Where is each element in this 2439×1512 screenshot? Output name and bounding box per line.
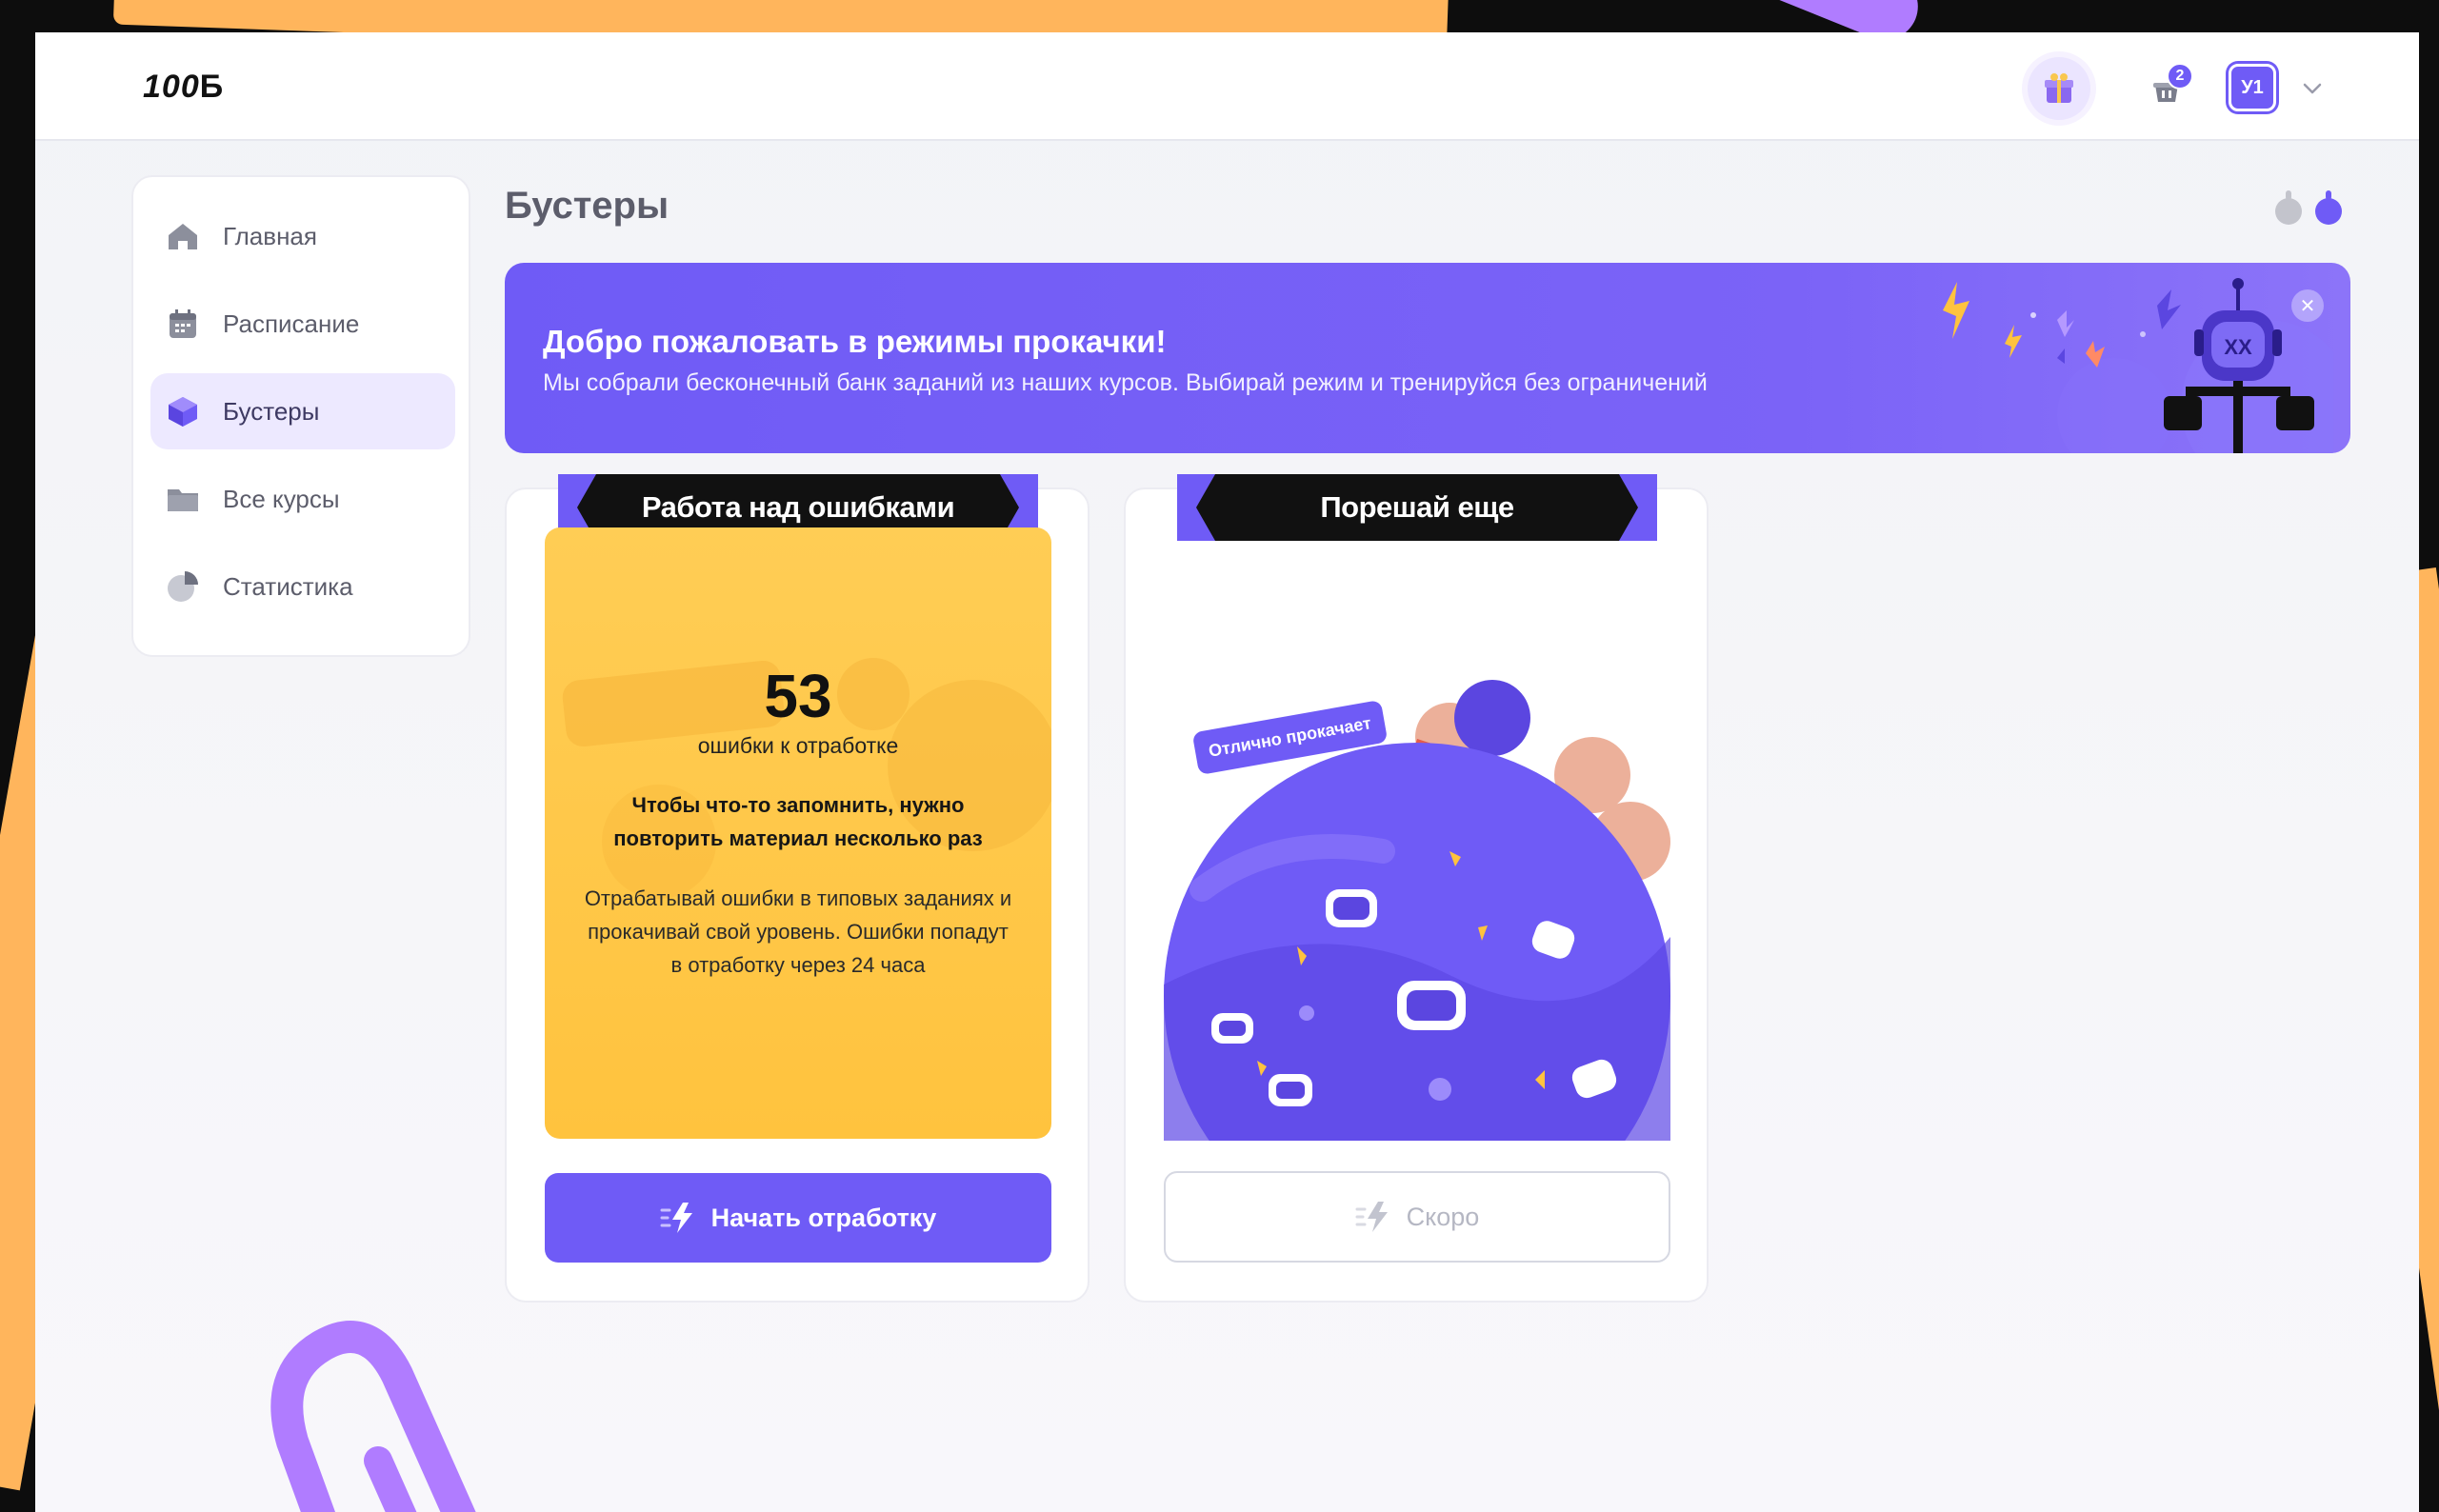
sidebar-item-statistics[interactable]: Статистика — [150, 548, 455, 625]
sidebar-item-all-courses[interactable]: Все курсы — [150, 461, 455, 537]
close-icon: ✕ — [2299, 295, 2316, 317]
cube-icon — [164, 392, 202, 430]
svg-text:XX: XX — [2224, 335, 2252, 359]
mistakes-count-label: ошибки к отработке — [697, 733, 899, 758]
welcome-banner: Добро пожаловать в режимы прокачки! Мы с… — [505, 263, 2350, 453]
start-practice-button[interactable]: Начать отработку — [545, 1173, 1051, 1263]
mistakes-panel: 53 ошибки к отработке Чтобы что-то запом… — [545, 527, 1051, 1139]
gift-icon — [2045, 73, 2073, 103]
sidebar-item-label: Бустеры — [223, 396, 320, 426]
cart-count-badge: 2 — [2167, 63, 2193, 90]
card-ribbon-title: Порешай еще — [1320, 490, 1514, 524]
calendar-icon — [164, 305, 202, 343]
card-ribbon-title: Работа над ошибками — [641, 490, 955, 524]
app-window: 100Б 2 У1 Главная Расписание Бустеры Все… — [35, 32, 2419, 1512]
sphere-illustration: Отлично прокачает — [1164, 623, 1670, 1141]
top-header: 100Б 2 У1 — [35, 32, 2419, 141]
soon-label: Скоро — [1406, 1202, 1480, 1231]
booster-card-mistakes: Работа над ошибками 53 ошибки к отработк… — [505, 474, 1090, 1303]
sidebar: Главная Расписание Бустеры Все курсы Ста… — [131, 175, 470, 657]
card-ribbon: Порешай еще — [1177, 474, 1657, 541]
dark-theme-icon — [2315, 190, 2342, 225]
banner-text: Мы собрали бесконечный банк заданий из н… — [543, 369, 1708, 396]
sidebar-item-label: Главная — [223, 221, 317, 250]
tip-description: Отрабатывай ошибки в типовых заданиях и … — [584, 886, 1012, 977]
sidebar-item-home[interactable]: Главная — [150, 198, 455, 274]
lightning-icon — [1355, 1202, 1388, 1232]
sidebar-item-label: Статистика — [223, 571, 353, 601]
pie-chart-icon — [164, 567, 202, 606]
logo[interactable]: 100Б — [143, 69, 224, 106]
chevron-down-icon — [2303, 83, 2322, 94]
folder-icon — [164, 480, 202, 518]
sidebar-item-schedule[interactable]: Расписание — [150, 286, 455, 362]
sidebar-item-boosters[interactable]: Бустеры — [150, 373, 455, 449]
soon-button[interactable]: Скоро — [1164, 1171, 1670, 1263]
booster-card-solve-more: Порешай еще Отлично прокачает Скоро — [1124, 474, 1709, 1303]
home-icon — [164, 217, 202, 255]
tip-heading: Чтобы что-то запомнить, нужно повторить … — [613, 793, 983, 850]
banner-close-button[interactable]: ✕ — [2291, 289, 2324, 322]
cart-button[interactable]: 2 — [2142, 63, 2193, 114]
sidebar-item-label: Все курсы — [223, 484, 340, 513]
sidebar-item-label: Расписание — [223, 308, 360, 338]
sphere-graphic — [1164, 680, 1670, 1141]
start-practice-label: Начать отработку — [710, 1203, 937, 1232]
account-menu-toggle[interactable] — [2298, 74, 2327, 103]
robot-illustration: XX — [1943, 278, 2333, 453]
gift-button[interactable] — [2028, 57, 2090, 120]
lightning-icon — [660, 1203, 692, 1233]
avatar[interactable]: У1 — [2229, 64, 2276, 111]
light-theme-icon — [2275, 190, 2302, 225]
page-title: Бустеры — [505, 185, 670, 227]
theme-toggle[interactable] — [2271, 183, 2348, 227]
banner-title: Добро пожаловать в режимы прокачки! — [543, 324, 1167, 359]
paperclip-decoration — [270, 1321, 476, 1512]
mistakes-count: 53 — [764, 662, 832, 730]
